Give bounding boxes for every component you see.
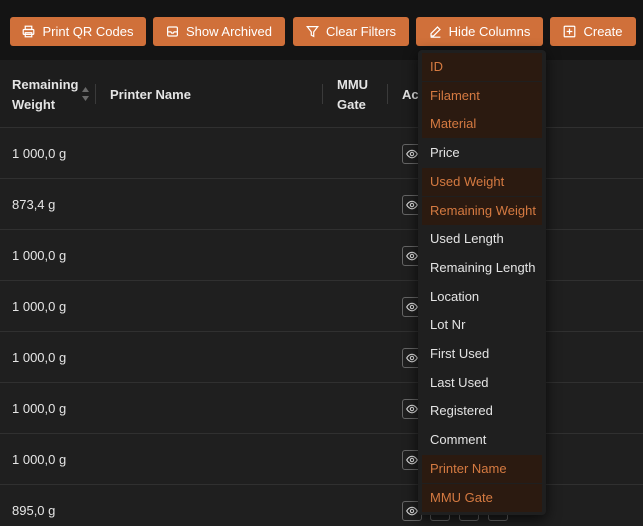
clear-filters-label: Clear Filters: [325, 24, 397, 39]
print-qr-codes-button[interactable]: Print QR Codes: [10, 17, 146, 46]
plus-square-icon: [564, 25, 576, 38]
create-label: Create: [583, 24, 623, 39]
remaining-weight-cell: 1 000,0 g: [12, 452, 67, 467]
header-mmu-gate[interactable]: MMU Gate: [337, 75, 368, 115]
table-header: Remaining Weight Printer Name MMU Gate A…: [0, 60, 643, 128]
header-actions: Ac: [402, 87, 419, 102]
table-row[interactable]: 1 000,0 g: [0, 383, 643, 434]
spool-table: Remaining Weight Printer Name MMU Gate A…: [0, 60, 643, 526]
header-remaining-weight[interactable]: Remaining Weight: [12, 75, 78, 115]
remaining-weight-cell: 873,4 g: [12, 197, 56, 212]
remaining-weight-cell: 1 000,0 g: [12, 248, 67, 263]
column-option-lot-nr[interactable]: Lot Nr: [422, 311, 542, 339]
header-printer-name[interactable]: Printer Name: [110, 85, 191, 105]
column-option-material[interactable]: Material: [422, 110, 542, 139]
header-remaining-weight-line2: Weight: [12, 97, 56, 112]
eye-icon: [406, 200, 418, 210]
sort-icon[interactable]: [81, 86, 90, 102]
column-option-used-weight[interactable]: Used Weight: [422, 167, 542, 196]
column-option-printer-name[interactable]: Printer Name: [422, 454, 542, 483]
eye-icon: [406, 506, 418, 516]
table-row[interactable]: 1 000,0 g: [0, 434, 643, 485]
column-option-comment[interactable]: Comment: [422, 426, 542, 454]
hide-columns-menu: ID Filament Material Price Used Weight Remain…: [418, 50, 546, 515]
header-mmu-gate-line2: Gate: [337, 97, 366, 112]
column-option-remaining-weight[interactable]: Remaining Weight: [422, 196, 542, 225]
eye-icon: [406, 404, 418, 414]
hide-columns-label: Hide Columns: [448, 24, 531, 39]
show-archived-label: Show Archived: [186, 24, 272, 39]
eye-icon: [406, 251, 418, 261]
create-button[interactable]: Create: [550, 17, 636, 46]
remaining-weight-cell: 1 000,0 g: [12, 401, 67, 416]
table-row[interactable]: 1 000,0 g: [0, 230, 643, 281]
remaining-weight-cell: 895,0 g: [12, 503, 56, 518]
column-option-used-length[interactable]: Used Length: [422, 225, 542, 253]
header-remaining-weight-line1: Remaining: [12, 77, 79, 92]
column-option-id[interactable]: ID: [422, 53, 542, 81]
remaining-weight-cell: 1 000,0 g: [12, 350, 67, 365]
column-option-registered[interactable]: Registered: [422, 397, 542, 425]
table-row[interactable]: 1 000,0 g: [0, 332, 643, 383]
column-option-location[interactable]: Location: [422, 283, 542, 311]
hide-columns-button[interactable]: Hide Columns: [416, 17, 543, 46]
table-row[interactable]: 1 000,0 g: [0, 128, 643, 179]
table-row[interactable]: 1 000,0 g: [0, 281, 643, 332]
eye-icon: [406, 149, 418, 159]
remaining-weight-cell: 1 000,0 g: [12, 299, 67, 314]
column-option-remaining-length[interactable]: Remaining Length: [422, 254, 542, 282]
eye-icon: [406, 455, 418, 465]
edit-icon: [430, 26, 441, 38]
print-qr-codes-label: Print QR Codes: [42, 24, 134, 39]
table-row[interactable]: 873,4 g: [0, 179, 643, 230]
clear-filters-button[interactable]: Clear Filters: [293, 17, 409, 46]
column-option-filament[interactable]: Filament: [422, 81, 542, 110]
column-option-mmu-gate[interactable]: MMU Gate: [422, 483, 542, 512]
header-separator: [95, 84, 96, 104]
remaining-weight-cell: 1 000,0 g: [12, 146, 67, 161]
header-separator: [322, 84, 323, 104]
column-option-first-used[interactable]: First Used: [422, 340, 542, 368]
header-mmu-gate-line1: MMU: [337, 77, 369, 92]
show-archived-button[interactable]: Show Archived: [153, 17, 285, 46]
column-option-price[interactable]: Price: [422, 139, 542, 167]
toolbar: Print QR Codes Show Archived Clear Filte…: [0, 0, 643, 60]
eye-icon: [406, 302, 418, 312]
table-row[interactable]: 895,0 g: [0, 485, 643, 526]
header-separator: [387, 84, 388, 104]
column-option-last-used[interactable]: Last Used: [422, 369, 542, 397]
filter-icon: [305, 26, 319, 38]
eye-icon: [406, 353, 418, 363]
printer-icon: [23, 25, 35, 38]
archive-icon: [167, 26, 178, 37]
